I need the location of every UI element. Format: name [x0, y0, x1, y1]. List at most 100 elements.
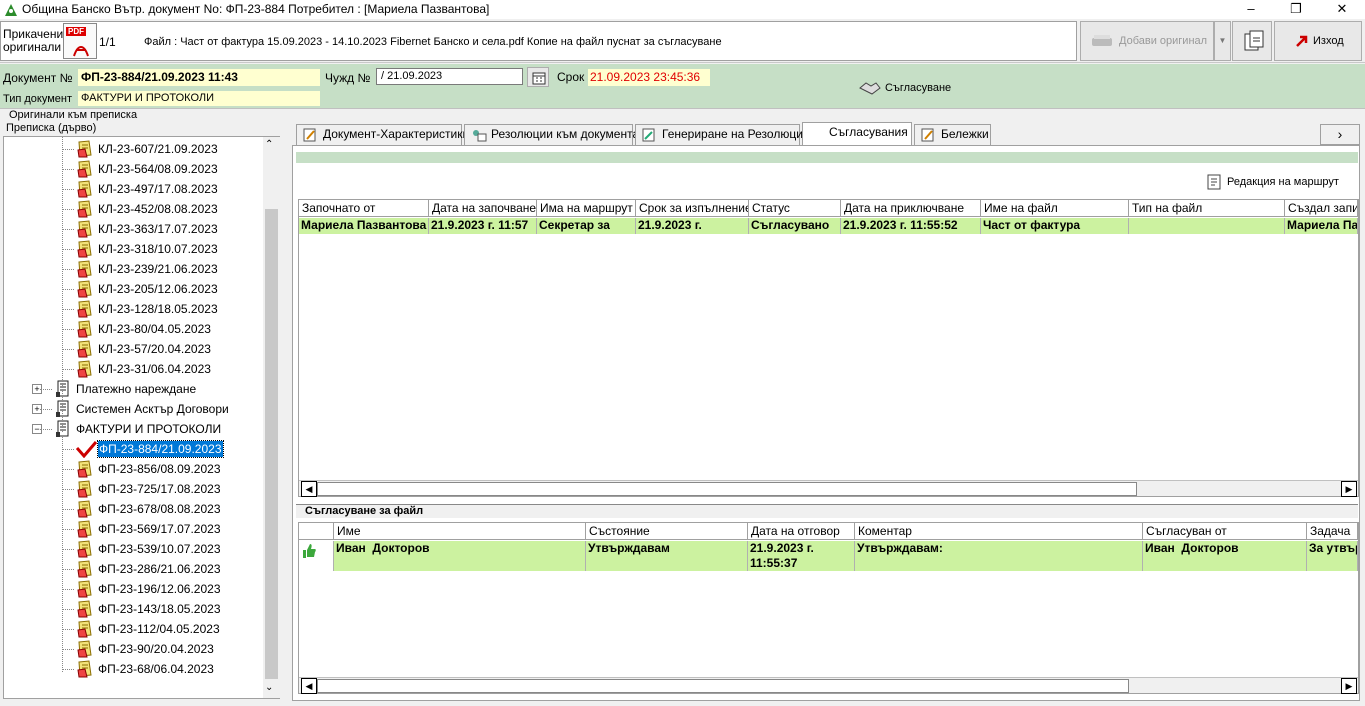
column-header[interactable]: Дата на започване [429, 200, 537, 217]
document-icon [76, 260, 94, 278]
tree-item-label: КЛ-23-497/17.08.2023 [98, 182, 218, 196]
column-header[interactable]: Тип на файл [1129, 200, 1285, 217]
exit-arrow-icon [1296, 35, 1308, 47]
document-icon [76, 320, 94, 338]
column-header[interactable]: Срок за изпълнение [636, 200, 749, 217]
scroll-up-arrow[interactable]: ⌃ [265, 139, 273, 150]
tree-item-label: КЛ-23-363/17.07.2023 [98, 222, 218, 236]
column-header[interactable]: Започнато от [299, 200, 429, 217]
column-header[interactable] [299, 523, 334, 540]
column-header[interactable]: Статус [749, 200, 841, 217]
table-cell: Мариела Пазвантова [299, 218, 429, 234]
document-icon [76, 540, 94, 558]
column-header[interactable]: Създал запис [1285, 200, 1358, 217]
routes-scroll-thumb[interactable] [317, 482, 1137, 496]
scroll-left-arrow[interactable]: ◀ [301, 678, 317, 694]
tab-approvals[interactable]: Съгласувания [802, 122, 912, 145]
title-bar: Община Банско Вътр. документ No: ФП-23-8… [0, 0, 1365, 19]
file-approval-title: Съгласуване за файл [305, 505, 424, 517]
routes-hscrollbar[interactable]: ◀ ▶ [299, 480, 1358, 497]
foreign-number-input[interactable]: / 21.09.2023 [376, 68, 523, 85]
scroll-left-arrow[interactable]: ◀ [301, 481, 317, 497]
add-original-dropdown[interactable]: ▼ [1214, 21, 1231, 61]
tab-scroll-right[interactable]: › [1320, 124, 1360, 145]
tree-item-label: Системен Асктър Договори [76, 402, 229, 416]
table-cell: Иван Докторов [334, 541, 586, 571]
tab-notes[interactable]: Бележки [914, 124, 991, 145]
close-button[interactable]: ✕ [1319, 0, 1365, 19]
tab-document-characteristics[interactable]: Документ-Характеристики [296, 124, 469, 145]
column-header[interactable]: Дата на приключване [841, 200, 981, 217]
column-header[interactable]: Задача [1307, 523, 1358, 540]
scroll-right-arrow[interactable]: ▶ [1341, 678, 1357, 694]
document-icon [76, 480, 94, 498]
document-icon [76, 460, 94, 478]
column-header[interactable]: Дата на отговор [748, 523, 855, 540]
tree-item-label: КЛ-23-452/08.08.2023 [98, 202, 218, 216]
table-cell: Иван Докторов [1143, 541, 1307, 571]
tree-header: Преписка (дърво) [0, 122, 284, 136]
calendar-icon [532, 72, 546, 85]
document-icon [76, 500, 94, 518]
pdf-icon[interactable]: PDF [63, 23, 97, 59]
document-type-label: Тип документ [3, 93, 73, 105]
folder-document-icon [54, 380, 72, 398]
file-approval-hscrollbar[interactable]: ◀ ▶ [299, 677, 1358, 694]
table-cell: Утвърждавам: [855, 541, 1143, 571]
foreign-number-label: Чужд № [325, 71, 371, 85]
tree-item-label: ФП-23-68/06.04.2023 [98, 662, 214, 676]
note-icon [921, 128, 934, 142]
calendar-button[interactable] [527, 67, 549, 87]
tree-item-label: ФП-23-196/12.06.2023 [98, 582, 221, 596]
tab-resolutions[interactable]: Резолюции към документа [464, 124, 639, 145]
tree-item-label: ФП-23-539/10.07.2023 [98, 542, 221, 556]
routes-grid: Започнато от Дата на започване Има на марш… [298, 199, 1359, 497]
document-icon [76, 220, 94, 238]
pdf-symbol-icon [73, 46, 89, 57]
minimize-button[interactable]: – [1228, 0, 1274, 19]
document-icon [76, 160, 94, 178]
app-logo-icon [5, 4, 17, 16]
column-header[interactable]: Име [334, 523, 586, 540]
file-approval-scroll-thumb[interactable] [317, 679, 1129, 693]
copy-button[interactable] [1232, 21, 1272, 61]
originals-label: Оригинали към преписка [9, 109, 138, 121]
restore-button[interactable]: ❐ [1273, 0, 1319, 19]
tree-item-label: КЛ-23-80/04.05.2023 [98, 322, 211, 336]
column-header[interactable]: Име на файл [981, 200, 1129, 217]
table-cell: Утвърждавам [586, 541, 748, 571]
column-header[interactable]: Има на маршрут [537, 200, 636, 217]
document-icon [76, 360, 94, 378]
tree-item-label: ФП-23-725/17.08.2023 [98, 482, 221, 496]
tree-item-label: ФП-23-143/18.05.2023 [98, 602, 221, 616]
column-header[interactable]: Коментар [855, 523, 1143, 540]
tab-strip: Документ-Характеристики Резолюции към до… [292, 122, 1360, 145]
scanner-icon [1092, 35, 1112, 46]
column-header[interactable]: Състояние [586, 523, 748, 540]
approvals-panel: Редакция на маршрут Започнато от Дата на … [292, 145, 1360, 701]
tab-generate-resolutions[interactable]: Генериране на Резолюции [635, 124, 810, 145]
tree-scrollbar[interactable]: ⌃ ⌄ [263, 137, 280, 698]
edit-route-button[interactable]: Редакция на маршрут [1203, 173, 1353, 193]
table-cell [1129, 218, 1285, 234]
selected-doc-icon [75, 440, 98, 459]
tree-item-label: ФП-23-569/17.07.2023 [98, 522, 221, 536]
document-icon [76, 660, 94, 678]
scroll-right-arrow[interactable]: ▶ [1341, 481, 1357, 497]
attachment-box: Прикачени оригинали PDF 1/1 Файл : Част … [0, 21, 1077, 61]
scroll-down-arrow[interactable]: ⌄ [265, 682, 273, 693]
column-header[interactable]: Съгласуван от [1143, 523, 1307, 540]
tree-label: Преписка (дърво) [6, 122, 97, 134]
document-icon [76, 620, 94, 638]
add-original-button[interactable]: Добави оригинал [1080, 21, 1214, 61]
generate-icon [642, 128, 655, 142]
file-approval-grid: Име Състояние Дата на отговор Коментар Съгла… [298, 522, 1359, 694]
exit-button[interactable]: Изход [1274, 21, 1362, 61]
document-number-label: Документ № [3, 71, 73, 85]
approve-button[interactable]: Съгласуване [856, 78, 966, 98]
document-icon [76, 640, 94, 658]
table-cell: 21.9.2023 г. [636, 218, 749, 234]
document-icon [76, 340, 94, 358]
scroll-thumb[interactable] [265, 209, 278, 679]
document-icon [76, 280, 94, 298]
